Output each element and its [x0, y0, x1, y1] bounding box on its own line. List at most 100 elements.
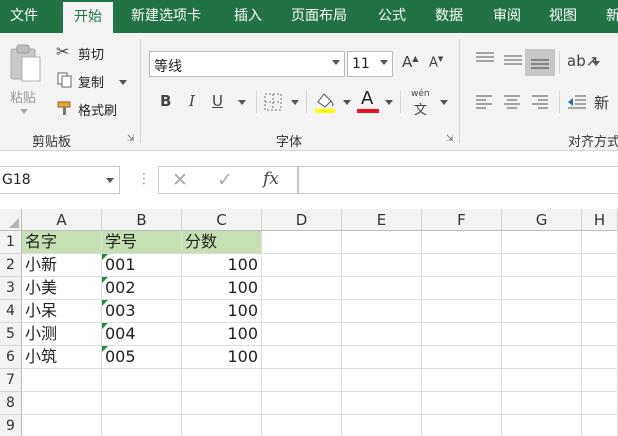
cell-d3[interactable]: [262, 277, 342, 300]
tab-page-layout[interactable]: 页面布局: [291, 0, 347, 33]
cell-h2[interactable]: [582, 254, 618, 277]
paste-button[interactable]: 粘贴: [5, 41, 45, 114]
cell-b3[interactable]: 002: [102, 277, 182, 300]
cell-a4[interactable]: 小呆: [22, 300, 102, 323]
cell-a7[interactable]: [22, 369, 102, 392]
cell-e5[interactable]: [342, 323, 422, 346]
column-header-g[interactable]: G: [502, 209, 582, 231]
cell-b8[interactable]: [102, 392, 182, 415]
tab-home[interactable]: 开始: [63, 2, 113, 33]
cell-f6[interactable]: [422, 346, 502, 369]
cell-h7[interactable]: [582, 369, 618, 392]
borders-icon[interactable]: [264, 93, 282, 111]
cell-b7[interactable]: [102, 369, 182, 392]
cell-d6[interactable]: [262, 346, 342, 369]
copy-button[interactable]: 复制: [56, 71, 128, 91]
cell-g3[interactable]: [502, 277, 582, 300]
cell-b6[interactable]: 005: [102, 346, 182, 369]
formula-bar-grip-icon[interactable]: ⋮: [137, 171, 151, 187]
cell-a9[interactable]: [22, 415, 102, 436]
cell-g7[interactable]: [502, 369, 582, 392]
font-name-select[interactable]: 等线: [149, 51, 345, 77]
cell-e4[interactable]: [342, 300, 422, 323]
cell-b9[interactable]: [102, 415, 182, 436]
chevron-down-icon[interactable]: [385, 100, 393, 105]
align-right-icon[interactable]: [531, 94, 549, 110]
tab-file[interactable]: 文件: [10, 0, 38, 33]
cell-b2[interactable]: 001: [102, 254, 182, 277]
select-all-button[interactable]: [0, 209, 22, 231]
cell-h5[interactable]: [582, 323, 618, 346]
tab-new-partial[interactable]: 新: [606, 0, 618, 33]
cell-c7[interactable]: [182, 369, 262, 392]
row-header-4[interactable]: 4: [0, 300, 22, 323]
row-header-9[interactable]: 9: [0, 415, 22, 436]
align-left-icon[interactable]: [475, 94, 493, 110]
cell-g6[interactable]: [502, 346, 582, 369]
cell-c1[interactable]: 分数: [182, 231, 262, 254]
column-header-a[interactable]: A: [22, 209, 102, 231]
cell-g2[interactable]: [502, 254, 582, 277]
cell-a3[interactable]: 小美: [22, 277, 102, 300]
cell-g9[interactable]: [502, 415, 582, 436]
column-header-e[interactable]: E: [342, 209, 422, 231]
row-header-7[interactable]: 7: [0, 369, 22, 392]
column-header-f[interactable]: F: [422, 209, 502, 231]
font-color-icon[interactable]: A: [361, 88, 373, 109]
cell-a2[interactable]: 小新: [22, 254, 102, 277]
fill-color-icon[interactable]: [314, 90, 336, 114]
cell-f4[interactable]: [422, 300, 502, 323]
column-header-b[interactable]: B: [102, 209, 182, 231]
row-header-5[interactable]: 5: [0, 323, 22, 346]
cell-h6[interactable]: [582, 346, 618, 369]
italic-button[interactable]: I: [189, 92, 195, 110]
tab-view[interactable]: 视图: [549, 0, 577, 33]
cell-d8[interactable]: [262, 392, 342, 415]
chevron-down-icon[interactable]: [238, 100, 246, 105]
column-header-h[interactable]: H: [582, 209, 618, 231]
cell-c5[interactable]: 100: [182, 323, 262, 346]
cell-a6[interactable]: 小筑: [22, 346, 102, 369]
cell-f1[interactable]: [422, 231, 502, 254]
cell-b4[interactable]: 003: [102, 300, 182, 323]
align-center-icon[interactable]: [503, 94, 521, 110]
cell-g4[interactable]: [502, 300, 582, 323]
row-header-2[interactable]: 2: [0, 254, 22, 277]
cell-f7[interactable]: [422, 369, 502, 392]
cell-h9[interactable]: [582, 415, 618, 436]
increase-font-size-icon[interactable]: A▲: [402, 53, 418, 71]
chevron-down-icon[interactable]: [592, 61, 600, 66]
cell-f8[interactable]: [422, 392, 502, 415]
cut-button[interactable]: ✂ 剪切: [56, 42, 116, 63]
cell-e9[interactable]: [342, 415, 422, 436]
decrease-indent-icon[interactable]: [567, 94, 587, 110]
cell-c8[interactable]: [182, 392, 262, 415]
tab-data[interactable]: 数据: [435, 0, 463, 33]
bottom-align-button[interactable]: [525, 49, 555, 76]
decrease-font-size-icon[interactable]: A▼: [429, 55, 443, 70]
cell-c4[interactable]: 100: [182, 300, 262, 323]
cell-d9[interactable]: [262, 415, 342, 436]
cell-g1[interactable]: [502, 231, 582, 254]
cell-d1[interactable]: [262, 231, 342, 254]
row-header-6[interactable]: 6: [0, 346, 22, 369]
cell-h4[interactable]: [582, 300, 618, 323]
cell-h8[interactable]: [582, 392, 618, 415]
cell-d7[interactable]: [262, 369, 342, 392]
tab-insert[interactable]: 插入: [234, 0, 262, 33]
tab-formulas[interactable]: 公式: [378, 0, 406, 33]
font-size-select[interactable]: 11: [347, 51, 393, 77]
row-header-3[interactable]: 3: [0, 277, 22, 300]
chevron-down-icon[interactable]: [106, 178, 114, 183]
cell-e2[interactable]: [342, 254, 422, 277]
row-header-1[interactable]: 1: [0, 231, 22, 254]
chevron-down-icon[interactable]: [291, 100, 299, 105]
row-header-8[interactable]: 8: [0, 392, 22, 415]
chevron-down-icon[interactable]: [343, 100, 351, 105]
cell-c9[interactable]: [182, 415, 262, 436]
column-header-c[interactable]: C: [182, 209, 262, 231]
cell-e8[interactable]: [342, 392, 422, 415]
cell-f3[interactable]: [422, 277, 502, 300]
cell-a1[interactable]: 名字: [22, 231, 102, 254]
cell-g8[interactable]: [502, 392, 582, 415]
